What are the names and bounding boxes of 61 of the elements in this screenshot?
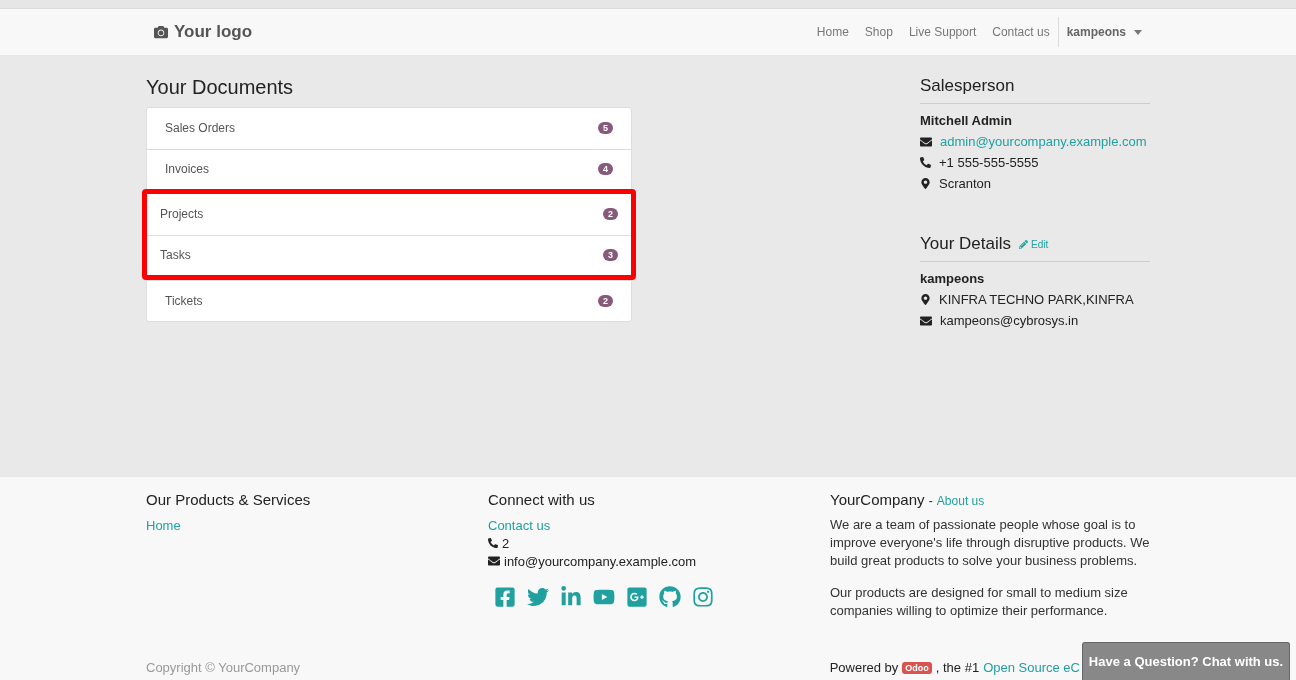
caret-icon: [1134, 29, 1142, 35]
company-description: Our products are designed for small to medium size companies willing to optimize their performance.: [830, 584, 1129, 620]
about-link[interactable]: About us: [936, 494, 985, 508]
phone-text: 2: [502, 535, 510, 551]
count-badge: 5: [598, 122, 613, 135]
brand-badge: Odoo: [902, 661, 932, 674]
pencil-icon: [1019, 239, 1029, 249]
envelope-icon: [920, 314, 932, 327]
nav-link[interactable]: Shop: [856, 25, 901, 39]
logo-text: Your logo: [174, 22, 253, 42]
envelope-icon: [920, 135, 932, 148]
map-pin-icon: [920, 178, 931, 189]
count-badge: 2: [598, 294, 613, 307]
chat-button[interactable]: Have a Question? Chat with us.: [1082, 642, 1290, 680]
address-text: KINFRA TECHNO PARK,KINFRA: [939, 292, 1134, 307]
linkedin-icon[interactable]: [560, 586, 582, 608]
salesperson-name: Mitchell Admin: [920, 113, 1013, 128]
user-menu[interactable]: kampeons: [1057, 17, 1150, 47]
document-item[interactable]: Tickets 2: [147, 280, 631, 321]
separator: -: [928, 494, 933, 508]
envelope-icon: [488, 555, 500, 567]
count-badge: 4: [598, 163, 613, 176]
document-item[interactable]: Invoices 4: [147, 148, 631, 189]
facebook-icon[interactable]: [494, 586, 516, 608]
powered-text: Powered by: [829, 660, 899, 675]
email-text: kampeons@cybrosys.in: [940, 313, 1079, 328]
count-badge: 3: [603, 249, 618, 262]
nav-link[interactable]: Home: [808, 25, 857, 39]
powered-text: , the #1: [935, 660, 980, 675]
company-name: YourCompany: [830, 491, 925, 508]
footer-heading: Connect with us: [488, 491, 596, 508]
section-title: Your Documents: [146, 76, 295, 99]
document-item[interactable]: Projects 2: [147, 194, 631, 235]
open-source-link[interactable]: Open Source eC: [983, 660, 1080, 675]
phone-icon: [920, 157, 931, 168]
company-description: We are a team of passionate people whose goal is to improve everyone's life through disruptive products. We build great products to solve your business problems.: [830, 516, 1150, 570]
email-text: info@yourcompany.example.com: [504, 553, 697, 569]
map-pin-icon: [920, 294, 931, 305]
contact-link[interactable]: Contact us: [488, 517, 551, 533]
document-item[interactable]: Tasks 3: [147, 234, 631, 275]
phone-icon: [488, 538, 498, 548]
footer-heading: Our Products & Services: [146, 491, 312, 508]
count-badge: 2: [603, 208, 618, 221]
logo[interactable]: Your logo: [146, 18, 261, 46]
copyright-text: Copyright © YourCompany: [146, 660, 301, 675]
google-plus-icon[interactable]: [626, 586, 648, 608]
instagram-icon[interactable]: [692, 586, 714, 608]
nav-link[interactable]: Live Support: [900, 25, 985, 39]
twitter-icon[interactable]: [527, 586, 549, 608]
document-item[interactable]: Sales Orders 5: [147, 108, 631, 149]
edit-link[interactable]: Edit: [1019, 238, 1049, 250]
phone-text: +1 555-555-5555: [939, 155, 1039, 170]
section-title: Your Details: [920, 234, 1012, 254]
email-link[interactable]: admin@yourcompany.example.com: [940, 134, 1147, 149]
section-title: Salesperson: [920, 76, 1015, 96]
nav-link[interactable]: Contact us: [984, 25, 1058, 39]
customer-name: kampeons: [920, 271, 986, 286]
camera-icon: [154, 25, 168, 39]
address-text: Scranton: [939, 176, 992, 191]
footer-link[interactable]: Home: [146, 517, 181, 533]
github-icon[interactable]: [659, 586, 681, 608]
